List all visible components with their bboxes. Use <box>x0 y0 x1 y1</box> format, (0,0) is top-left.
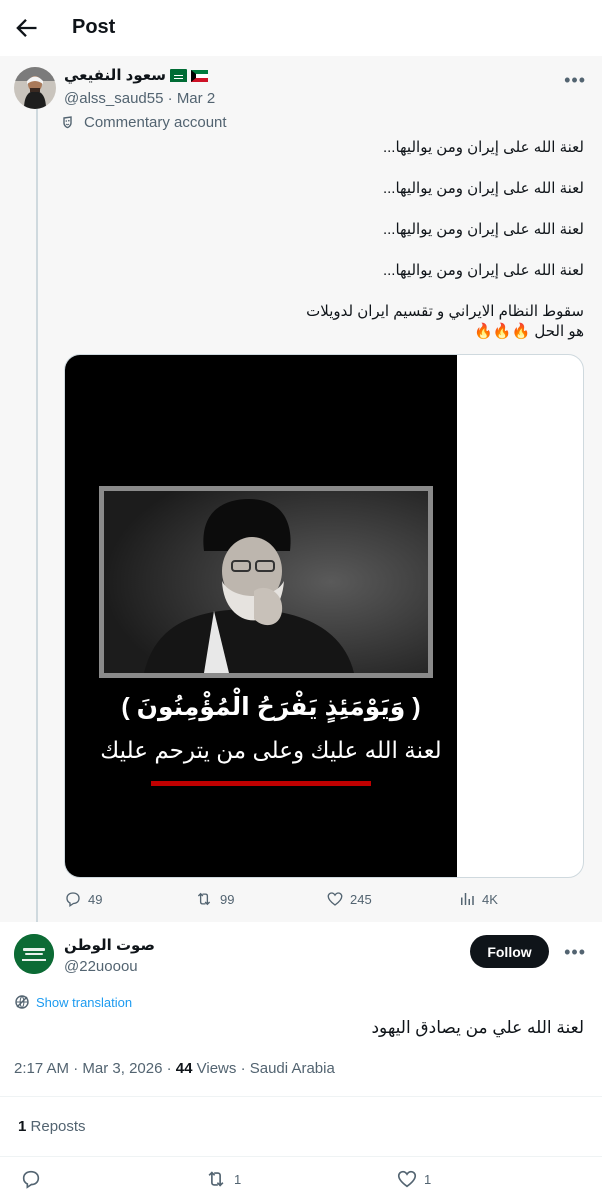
avatar[interactable] <box>14 67 56 109</box>
post-metadata: 2:17 AM · Mar 3, 2026 · 44 Views · Saudi… <box>14 1060 335 1077</box>
post-text: لعنة الله علي من يصادق اليهود <box>371 1018 584 1037</box>
separator-dot: · <box>73 1060 79 1077</box>
like-action[interactable]: 245 <box>326 890 372 908</box>
post-location: Saudi Arabia <box>249 1060 335 1077</box>
reply-count: 49 <box>88 891 103 907</box>
reply-action[interactable] <box>20 1168 42 1190</box>
commentary-text: Commentary account <box>84 114 227 131</box>
divider <box>0 1156 602 1157</box>
author-name[interactable]: صوت الوطن <box>64 936 155 954</box>
more-options-icon[interactable]: ••• <box>564 70 586 91</box>
kuwait-flag-icon <box>190 69 208 82</box>
reply-icon <box>22 1170 40 1189</box>
reposts-count: 1 <box>18 1118 27 1135</box>
red-underline <box>151 781 371 786</box>
repost-action[interactable]: 1 <box>204 1168 241 1190</box>
reposts-label: Reposts <box>30 1118 86 1135</box>
post-text: لعنة الله على إيران ومن يواليها... لعنة … <box>64 138 584 342</box>
views-count: 4K <box>482 891 498 907</box>
like-count: 1 <box>424 1171 432 1187</box>
page-title: Post <box>72 16 116 38</box>
author-handle[interactable]: @alss_saud55 <box>64 90 163 107</box>
post-date[interactable]: Mar 3, 2026 <box>82 1060 162 1077</box>
back-arrow-icon[interactable] <box>12 14 40 42</box>
repost-count: 1 <box>234 1171 242 1187</box>
post-date[interactable]: Mar 2 <box>177 90 215 107</box>
views-action[interactable]: 4K <box>458 890 498 908</box>
post-time[interactable]: 2:17 AM <box>14 1060 69 1077</box>
heart-icon <box>327 892 343 906</box>
post-line: هو الحل 🔥🔥🔥 <box>474 323 584 340</box>
repost-count: 99 <box>220 891 235 907</box>
show-translation-label[interactable]: Show translation <box>36 995 132 1010</box>
post-actions: 49 99 245 4K <box>64 890 584 914</box>
post-line: لعنة الله على إيران ومن يواليها... <box>382 221 584 238</box>
repost-icon <box>208 1171 224 1187</box>
divider <box>0 1096 602 1097</box>
thread-connector-line <box>36 106 38 926</box>
saudi-flag-icon <box>169 69 187 82</box>
reposts-summary[interactable]: 1 Reposts <box>18 1118 86 1135</box>
author-handle[interactable]: @22uooou <box>64 958 138 975</box>
repost-action[interactable]: 99 <box>194 890 234 908</box>
views-count: 44 <box>175 1060 193 1077</box>
views-label: Views <box>196 1060 237 1077</box>
follow-button[interactable]: Follow <box>470 935 549 968</box>
globe-icon <box>15 995 29 1009</box>
parent-post[interactable]: سعود النفيعي @alss_saud55 · Mar 2 ••• Co… <box>0 56 602 926</box>
show-translation-link[interactable]: Show translation <box>14 994 132 1010</box>
post-line: سقوط النظام الايراني و تقسيم ايران لدويل… <box>306 303 584 320</box>
heart-icon <box>397 1170 417 1188</box>
like-action[interactable]: 1 <box>396 1168 431 1190</box>
post-media[interactable]: ( وَيَوْمَئِذٍ يَفْرَحُ الْمُؤْمِنُونَ )… <box>64 354 584 878</box>
commentary-label: Commentary account <box>62 114 227 131</box>
handle-row: @alss_saud55 · Mar 2 <box>64 90 215 107</box>
main-post[interactable]: صوت الوطن @22uooou Follow ••• Show trans… <box>0 922 602 1200</box>
separator-dot: · <box>240 1060 246 1077</box>
portrait-photo <box>99 486 433 678</box>
media-image[interactable]: ( وَيَوْمَئِذٍ يَفْرَحُ الْمُؤْمِنُونَ )… <box>65 355 457 877</box>
theater-masks-icon <box>63 115 72 128</box>
separator-dot: · <box>167 90 173 107</box>
top-bar: Post <box>0 0 602 56</box>
more-options-icon[interactable]: ••• <box>564 942 586 963</box>
author-name[interactable]: سعود النفيعي <box>64 66 166 84</box>
post-line: لعنة الله على إيران ومن يواليها... <box>382 180 584 197</box>
post-line: لعنة الله على إيران ومن يواليها... <box>382 139 584 156</box>
media-caption-text: لعنة الله عليك وعلى من يترحم عليك <box>100 737 442 763</box>
post-line: لعنة الله على إيران ومن يواليها... <box>382 262 584 279</box>
reply-icon <box>66 892 80 908</box>
author-row: سعود النفيعي <box>64 66 208 84</box>
like-count: 245 <box>350 891 372 907</box>
media-quote-text: ( وَيَوْمَئِذٍ يَفْرَحُ الْمُؤْمِنُونَ ) <box>121 693 421 721</box>
repost-icon <box>197 892 211 906</box>
avatar[interactable] <box>14 934 54 974</box>
analytics-icon <box>461 893 474 905</box>
reply-action[interactable]: 49 <box>64 890 102 908</box>
separator-dot: · <box>166 1060 172 1077</box>
